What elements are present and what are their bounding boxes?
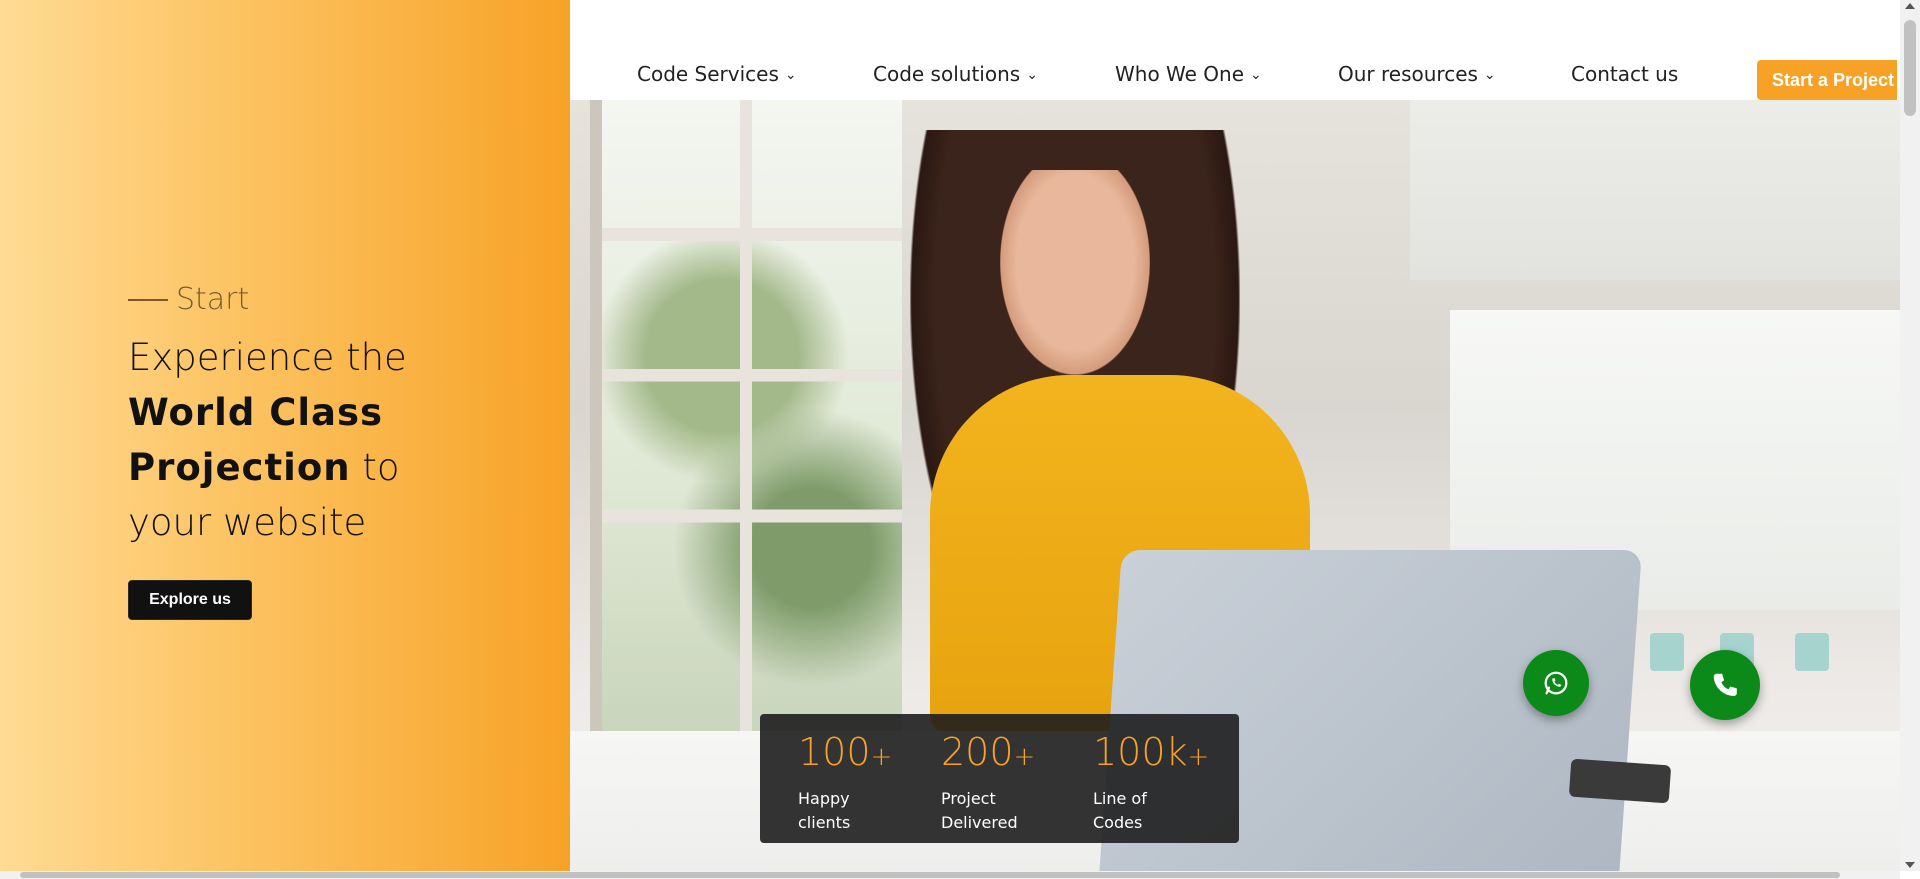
vertical-scrollbar[interactable] [1900, 0, 1920, 871]
kitchen-cabinet [1410, 100, 1900, 286]
nav-label: Who We One [1115, 62, 1245, 86]
hero-eyebrow: Start [128, 282, 249, 317]
stat-label: Line of Codes [1093, 789, 1147, 832]
start-project-button[interactable]: Start a Project [1757, 60, 1897, 100]
nav-our-resources[interactable]: Our resources ⌄ [1338, 62, 1496, 86]
scroll-up-icon[interactable] [1905, 3, 1915, 9]
scrollbar-thumb[interactable] [20, 872, 1840, 878]
pot-icon [1795, 633, 1829, 671]
pot-icon [1650, 633, 1684, 671]
stat-projects-delivered: 200+ Project Delivered [941, 730, 1035, 835]
hero-headline: Experience the World Class Projection to… [128, 330, 558, 550]
headline-line-1: Experience the [128, 336, 407, 379]
person-face [1000, 170, 1150, 375]
hero-left-panel: Start Experience the World Class Project… [0, 0, 570, 871]
phone-button[interactable] [1690, 650, 1760, 720]
headline-line-3: your website [128, 501, 367, 544]
headline-after-bold: to [350, 446, 400, 489]
nav-contact-us[interactable]: Contact us [1571, 62, 1678, 86]
stat-number: 200+ [941, 730, 1036, 774]
chevron-down-icon: ⌄ [1026, 67, 1038, 83]
nav-code-services[interactable]: Code Services ⌄ [637, 62, 797, 86]
top-navigation: Code Services ⌄ Code solutions ⌄ Who We … [570, 0, 1900, 100]
chevron-down-icon: ⌄ [1483, 67, 1496, 83]
smartphone-on-desk [1568, 758, 1672, 804]
stat-label: Happy clients [798, 789, 851, 832]
scrollbar-thumb[interactable] [1904, 20, 1916, 116]
nav-label: Code solutions [873, 62, 1021, 86]
nav-label: Our resources [1338, 62, 1478, 86]
chevron-down-icon: ⌄ [784, 67, 797, 83]
stat-number: 100k+ [1093, 730, 1210, 774]
scroll-down-icon[interactable] [1905, 862, 1915, 868]
eyebrow-dash [128, 298, 168, 301]
stats-box: 100+ Happy clients 200+ Project Delivere… [760, 714, 1239, 843]
stat-label: Project Delivered [941, 789, 1018, 832]
phone-icon [1713, 673, 1737, 696]
nav-label: Contact us [1571, 62, 1679, 86]
whatsapp-icon [1544, 671, 1568, 695]
horizontal-scrollbar[interactable] [0, 871, 1900, 879]
window-left [590, 100, 902, 740]
stat-lines-of-code: 100k+ Line of Codes [1093, 730, 1209, 835]
nav-label: Code Services [637, 62, 779, 86]
stat-number: 100+ [798, 730, 893, 774]
whatsapp-button[interactable] [1523, 650, 1589, 716]
explore-button[interactable]: Explore us [128, 580, 252, 620]
stat-happy-clients: 100+ Happy clients [798, 730, 892, 835]
eyebrow-text: Start [176, 282, 250, 317]
nav-code-solutions[interactable]: Code solutions ⌄ [873, 62, 1038, 86]
nav-who-we-one[interactable]: Who We One ⌄ [1115, 62, 1262, 86]
chevron-down-icon: ⌄ [1250, 67, 1262, 83]
headline-bold: World Class Projection [128, 391, 384, 489]
